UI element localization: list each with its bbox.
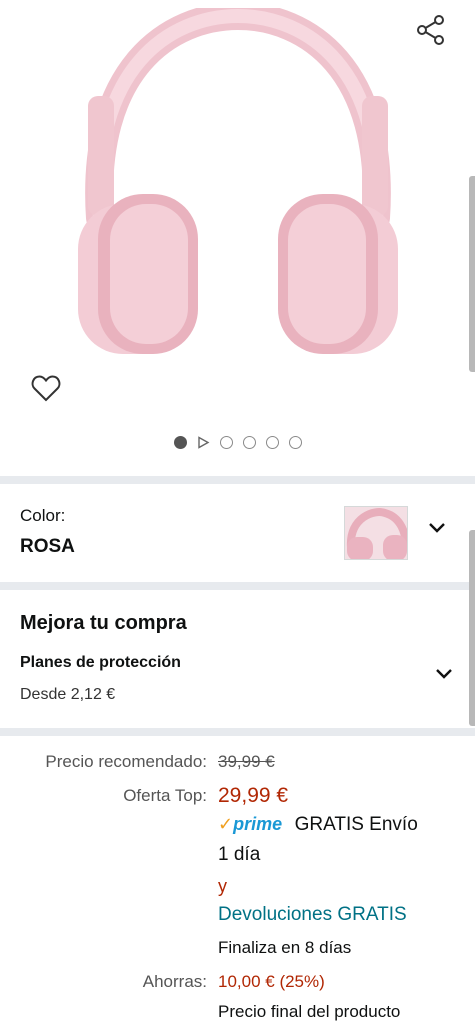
product-image-gallery[interactable] — [0, 0, 475, 476]
free-returns-link[interactable]: Devoluciones GRATIS — [218, 904, 407, 926]
offer-ends-text: Finaliza en 8 días — [218, 938, 352, 957]
color-value: ROSA — [20, 536, 75, 557]
and-connector: y — [218, 876, 227, 896]
pagination-dot[interactable] — [288, 436, 302, 449]
prime-shipping[interactable]: ✓prime GRATIS Envío — [218, 814, 418, 836]
shipping-days: 1 día — [218, 844, 261, 865]
recommended-price-label: Precio recomendado: — [45, 752, 207, 771]
product-image-headphones[interactable] — [60, 8, 416, 390]
section-divider — [0, 476, 475, 484]
final-price-note: Precio final del producto — [218, 1002, 401, 1021]
scroll-indicator — [469, 176, 475, 372]
protection-plans-title: Planes de protección — [20, 654, 181, 671]
chevron-down-icon[interactable] — [433, 662, 455, 684]
pagination-dot[interactable] — [173, 436, 187, 449]
improve-purchase-title: Mejora tu compra — [20, 612, 187, 634]
recommended-price: 39,99 € — [218, 752, 275, 771]
offer-price-label: Oferta Top: — [123, 786, 207, 805]
color-swatch-thumbnail[interactable] — [344, 506, 408, 560]
pagination-dot[interactable] — [265, 436, 279, 449]
pagination-dot[interactable] — [242, 436, 256, 449]
share-icon[interactable] — [415, 14, 447, 46]
savings-value: 10,00 € (25%) — [218, 972, 325, 991]
section-divider — [0, 582, 475, 590]
heart-icon[interactable] — [30, 372, 62, 404]
color-selector[interactable]: Color: ROSA — [0, 484, 475, 582]
swatch-image — [346, 508, 407, 559]
image-pagination[interactable] — [0, 436, 475, 449]
pricing-section: Precio recomendado: 39,99 € Oferta Top: … — [0, 736, 475, 1027]
savings-label: Ahorras: — [142, 972, 207, 991]
chevron-down-icon[interactable] — [426, 516, 448, 538]
protection-plans-section[interactable]: Mejora tu compra Planes de protección De… — [0, 590, 475, 728]
protection-plans-price: Desde 2,12 € — [20, 686, 116, 703]
play-icon[interactable] — [197, 436, 210, 449]
section-divider — [0, 728, 475, 736]
color-label: Color: — [20, 506, 66, 525]
shipping-text: GRATIS Envío — [294, 814, 418, 835]
prime-logo: prime — [233, 814, 283, 834]
offer-price: 29,99 € — [218, 784, 289, 807]
prime-check-icon: ✓ — [218, 814, 234, 834]
pagination-dot[interactable] — [219, 436, 233, 449]
